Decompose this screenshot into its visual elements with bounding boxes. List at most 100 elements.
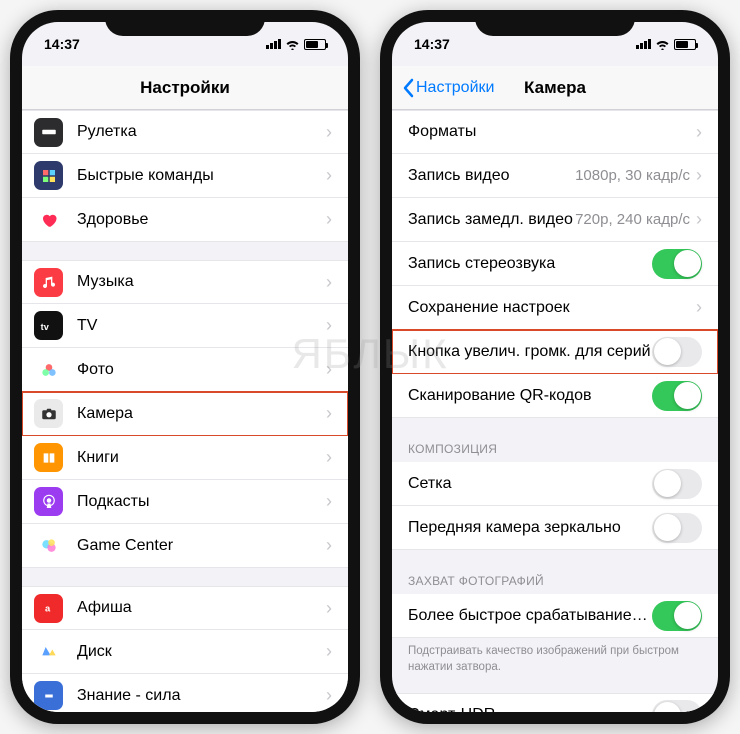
toggle-switch[interactable] <box>652 601 702 631</box>
phone-right: 14:37 Настройки Камера Форматы›Запись ви… <box>380 10 730 724</box>
settings-row[interactable]: Форматы› <box>392 110 718 154</box>
row-label: Сканирование QR-кодов <box>408 387 652 405</box>
toggle-switch[interactable] <box>652 249 702 279</box>
row-label: Запись видео <box>408 167 575 185</box>
toggle-switch[interactable] <box>652 381 702 411</box>
nav-bar: Настройки Камера <box>392 66 718 110</box>
svg-text:a: a <box>45 603 51 613</box>
group-header: КОМПОЗИЦИЯ <box>392 436 718 462</box>
settings-row-photos[interactable]: Фото › <box>22 348 348 392</box>
settings-row[interactable]: Запись замедл. видео720p, 240 кадр/с› <box>392 198 718 242</box>
toggle-switch[interactable] <box>652 337 702 367</box>
music-icon <box>34 268 63 297</box>
row-label: Более быстрое срабатывание затвора <box>408 607 652 625</box>
back-label: Настройки <box>416 79 494 97</box>
shortcuts-icon <box>34 161 63 190</box>
chevron-right-icon: › <box>696 209 702 230</box>
settings-row[interactable]: Сохранение настроек› <box>392 286 718 330</box>
nav-bar: Настройки <box>22 66 348 110</box>
row-label: Знание - сила <box>77 687 326 705</box>
chevron-right-icon: › <box>326 359 332 380</box>
gamectr-icon <box>34 531 63 560</box>
settings-row[interactable]: Сетка <box>392 462 718 506</box>
notch <box>475 10 635 36</box>
chevron-right-icon: › <box>696 165 702 186</box>
settings-row-health[interactable]: Здоровье › <box>22 198 348 242</box>
settings-row-afisha[interactable]: a Афиша › <box>22 586 348 630</box>
settings-row[interactable]: Кнопка увелич. громк. для серий <box>392 330 718 374</box>
settings-row[interactable]: Передняя камера зеркально <box>392 506 718 550</box>
status-time: 14:37 <box>44 36 80 52</box>
row-label: Кнопка увелич. громк. для серий <box>408 343 652 361</box>
settings-row[interactable]: Сканирование QR-кодов <box>392 374 718 418</box>
disk-icon <box>34 637 63 666</box>
settings-row[interactable]: Запись видео1080p, 30 кадр/с› <box>392 154 718 198</box>
ruler-icon <box>34 118 63 147</box>
screen-right: 14:37 Настройки Камера Форматы›Запись ви… <box>392 22 718 712</box>
chevron-right-icon: › <box>326 491 332 512</box>
camera-icon <box>34 399 63 428</box>
chevron-right-icon: › <box>326 641 332 662</box>
books-icon <box>34 443 63 472</box>
settings-row-podcasts[interactable]: Подкасты › <box>22 480 348 524</box>
row-label: Афиша <box>77 599 326 617</box>
row-label: Фото <box>77 361 326 379</box>
status-indicators <box>636 39 696 50</box>
settings-list[interactable]: Рулетка › Быстрые команды › Здоровье › М… <box>22 110 348 712</box>
group-header: ЗАХВАТ ФОТОГРАФИЙ <box>392 568 718 594</box>
znanie-icon <box>34 681 63 710</box>
row-label: Камера <box>77 405 326 423</box>
battery-icon <box>674 39 696 50</box>
page-title: Настройки <box>140 78 230 98</box>
back-button[interactable]: Настройки <box>402 78 494 98</box>
settings-row-znanie[interactable]: Знание - сила › <box>22 674 348 712</box>
row-value: 720p, 240 кадр/с <box>575 211 690 228</box>
chevron-right-icon: › <box>326 122 332 143</box>
settings-row-ruler[interactable]: Рулетка › <box>22 110 348 154</box>
settings-row[interactable]: Запись стереозвука <box>392 242 718 286</box>
chevron-right-icon: › <box>326 165 332 186</box>
chevron-right-icon: › <box>326 685 332 706</box>
toggle-switch[interactable] <box>652 469 702 499</box>
settings-row-tv[interactable]: tv TV › <box>22 304 348 348</box>
settings-row-gamectr[interactable]: Game Center › <box>22 524 348 568</box>
row-label: Передняя камера зеркально <box>408 519 652 537</box>
settings-row-disk[interactable]: Диск › <box>22 630 348 674</box>
svg-text:tv: tv <box>40 322 49 332</box>
page-title: Камера <box>524 78 586 98</box>
settings-row-music[interactable]: Музыка › <box>22 260 348 304</box>
settings-row[interactable]: Смарт-HDR <box>392 693 718 712</box>
row-label: Книги <box>77 449 326 467</box>
signal-icon <box>266 39 281 49</box>
row-label: Сохранение настроек <box>408 299 696 317</box>
wifi-icon <box>285 39 300 50</box>
settings-row[interactable]: Более быстрое срабатывание затвора <box>392 594 718 638</box>
row-label: Запись стереозвука <box>408 255 652 273</box>
row-label: Форматы <box>408 123 696 141</box>
row-label: Здоровье <box>77 211 326 229</box>
notch <box>105 10 265 36</box>
health-icon <box>34 205 63 234</box>
settings-row-shortcuts[interactable]: Быстрые команды › <box>22 154 348 198</box>
afisha-icon: a <box>34 594 63 623</box>
chevron-left-icon <box>402 78 414 98</box>
row-label: Смарт-HDR <box>408 706 652 712</box>
chevron-right-icon: › <box>326 535 332 556</box>
photos-icon <box>34 355 63 384</box>
camera-settings-list[interactable]: Форматы›Запись видео1080p, 30 кадр/с›Зап… <box>392 110 718 712</box>
chevron-right-icon: › <box>326 447 332 468</box>
row-label: Быстрые команды <box>77 167 326 185</box>
toggle-switch[interactable] <box>652 513 702 543</box>
row-label: Подкасты <box>77 493 326 511</box>
podcasts-icon <box>34 487 63 516</box>
row-label: Музыка <box>77 273 326 291</box>
toggle-switch[interactable] <box>652 700 702 712</box>
chevron-right-icon: › <box>326 209 332 230</box>
battery-icon <box>304 39 326 50</box>
signal-icon <box>636 39 651 49</box>
settings-row-books[interactable]: Книги › <box>22 436 348 480</box>
row-label: Рулетка <box>77 123 326 141</box>
chevron-right-icon: › <box>326 403 332 424</box>
settings-row-camera[interactable]: Камера › <box>22 392 348 436</box>
tv-icon: tv <box>34 311 63 340</box>
